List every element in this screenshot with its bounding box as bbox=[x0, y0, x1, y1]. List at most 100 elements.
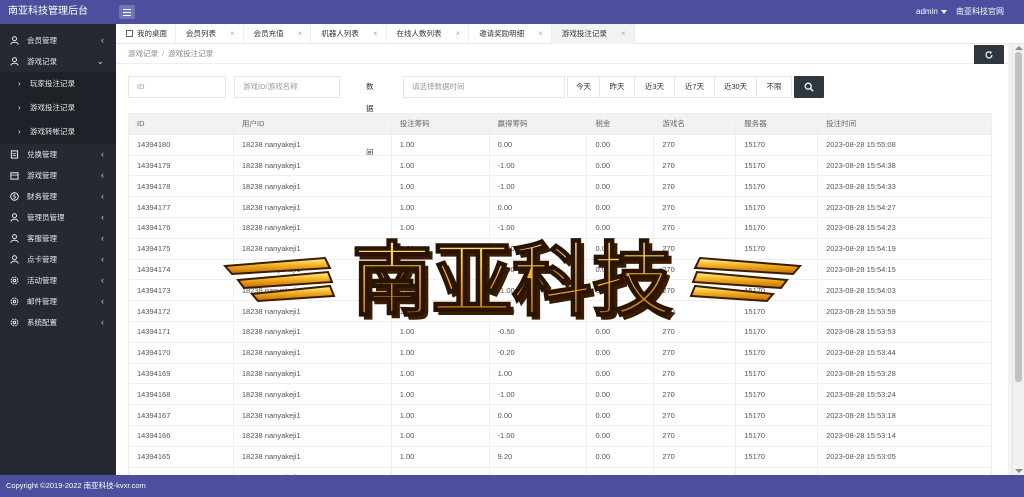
refresh-button[interactable] bbox=[974, 45, 1004, 65]
gear-icon bbox=[10, 318, 19, 327]
user-menu[interactable]: admin bbox=[916, 0, 947, 24]
table-cell: -1.00 bbox=[488, 383, 588, 406]
sidebar-item-game-records[interactable]: 游戏记录 ⌄ bbox=[0, 51, 116, 72]
tab-desktop[interactable]: 我的桌面 bbox=[116, 24, 176, 44]
table-cell: 1.00 bbox=[390, 133, 490, 156]
gear-icon bbox=[10, 297, 19, 306]
tab-label: 会员列表 bbox=[186, 29, 216, 38]
table-cell: 14394176 bbox=[128, 216, 234, 239]
table-cell: 270 bbox=[653, 133, 737, 156]
dollar-icon: $ bbox=[10, 192, 19, 201]
table-row: 14394168 18238 nanyakeji1 1.00 -1.00 0.00 270… bbox=[128, 383, 992, 406]
sidebar-item-games[interactable]: 游戏管理 ‹ bbox=[0, 165, 116, 186]
table-cell: 14394172 bbox=[128, 300, 234, 322]
user-icon bbox=[10, 36, 19, 45]
table-cell: 15170 bbox=[735, 404, 819, 426]
table-cell: 1.00 bbox=[390, 300, 490, 322]
sidebar-item-admins[interactable]: 管理员管理 ‹ bbox=[0, 207, 116, 228]
sidebar-item-activities[interactable]: 活动管理 ‹ bbox=[0, 270, 116, 291]
table-cell: 14394168 bbox=[128, 383, 234, 406]
close-icon[interactable]: × bbox=[298, 29, 303, 38]
table-cell: 2023-08-28 15:53:53 bbox=[817, 320, 992, 343]
table-cell: 18238 nanyakeji1 bbox=[232, 404, 392, 426]
table-cell: 18238 nanyakeji1 bbox=[232, 237, 392, 260]
table-cell: 14394166 bbox=[128, 424, 234, 447]
close-icon[interactable]: × bbox=[456, 29, 461, 38]
table-cell: 15170 bbox=[735, 320, 819, 343]
scroll-up-icon[interactable] bbox=[1015, 46, 1023, 50]
table-cell: 15170 bbox=[735, 341, 819, 364]
sidebar-item-system[interactable]: 系统配置 ‹ bbox=[0, 312, 116, 333]
table-cell: -1.00 bbox=[488, 175, 588, 198]
table-cell: 0.00 bbox=[488, 133, 588, 156]
sidebar-item-exchange[interactable]: 兑换管理 ‹ bbox=[0, 144, 116, 165]
table-cell: 270 bbox=[653, 404, 737, 426]
table-cell: 18238 nanyakeji1 bbox=[232, 154, 392, 177]
table-cell: 14394177 bbox=[128, 196, 234, 218]
quick-all-button[interactable]: 不限 bbox=[756, 76, 792, 98]
chevron-left-icon: ‹ bbox=[101, 212, 104, 222]
table-cell: 2023-08-28 15:53:14 bbox=[817, 424, 992, 447]
site-link[interactable]: 南亚科技官网 bbox=[956, 0, 1004, 24]
scrollbar-thumb[interactable] bbox=[1015, 52, 1022, 382]
table-cell: 1.00 bbox=[390, 341, 490, 364]
table-cell: 0.00 bbox=[586, 300, 655, 322]
quick-yesterday-button[interactable]: 昨天 bbox=[599, 76, 635, 98]
tab-game-bets[interactable]: 游戏投注记录 × bbox=[551, 24, 635, 44]
gear-icon bbox=[10, 276, 19, 285]
menu-toggle-icon[interactable] bbox=[119, 5, 135, 19]
date-range-input[interactable]: 请选择数据时间 bbox=[403, 76, 565, 98]
sidebar-item-cards[interactable]: 点卡管理 ‹ bbox=[0, 249, 116, 270]
search-button[interactable] bbox=[794, 76, 824, 98]
close-icon[interactable]: × bbox=[621, 29, 626, 38]
table-cell: 15170 bbox=[735, 237, 819, 260]
tab-member-recharge[interactable]: 会员充值 × bbox=[244, 24, 312, 44]
sidebar-item-label: 会员管理 bbox=[27, 36, 57, 45]
sidebar-subitem-label: 玩家投注记录 bbox=[30, 79, 75, 88]
close-icon[interactable]: × bbox=[230, 29, 235, 38]
id-input[interactable]: ID bbox=[128, 76, 226, 98]
calendar-icon bbox=[10, 172, 19, 180]
close-icon[interactable]: × bbox=[373, 29, 378, 38]
tab-invite-rewards[interactable]: 邀请奖励明细 × bbox=[469, 24, 552, 44]
breadcrumb-item[interactable]: 游戏记录 bbox=[128, 49, 158, 58]
table-row: 14394173 18238 nanyakeji1 1.00 -1.00 0.00 270… bbox=[128, 279, 992, 302]
table-cell: 14394179 bbox=[128, 154, 234, 177]
sidebar-subitem-player-bets[interactable]: › 玩家投注记录 bbox=[0, 72, 116, 96]
tab-online-list[interactable]: 在线人数列表 × bbox=[387, 24, 470, 44]
scroll-down-icon[interactable] bbox=[1015, 469, 1023, 473]
table-cell: 2023-08-28 15:54:23 bbox=[817, 216, 992, 239]
user-icon bbox=[10, 213, 19, 222]
vertical-scrollbar[interactable] bbox=[1012, 44, 1024, 475]
sidebar-subitem-game-transfers[interactable]: › 游戏转帐记录 bbox=[0, 120, 116, 144]
sidebar-item-support[interactable]: 客服管理 ‹ bbox=[0, 228, 116, 249]
sidebar-item-members[interactable]: 会员管理 ‹ bbox=[0, 30, 116, 51]
table-cell: 270 bbox=[653, 237, 737, 260]
quick-30days-button[interactable]: 近30天 bbox=[714, 76, 757, 98]
table-cell: 14394171 bbox=[128, 320, 234, 343]
quick-3days-button[interactable]: 近3天 bbox=[634, 76, 675, 98]
sidebar-item-finance[interactable]: $ 财务管理 ‹ bbox=[0, 186, 116, 207]
quick-today-button[interactable]: 今天 bbox=[567, 76, 600, 98]
sidebar-subitem-game-bets[interactable]: › 游戏投注记录 bbox=[0, 96, 116, 120]
table-cell: 270 bbox=[653, 383, 737, 406]
tab-label: 机器人列表 bbox=[321, 29, 359, 38]
breadcrumb: 游戏记录 / 游戏投注记录 bbox=[128, 49, 214, 58]
sidebar-item-label: 兑换管理 bbox=[27, 150, 57, 159]
quick-7days-button[interactable]: 近7天 bbox=[674, 76, 715, 98]
sidebar-item-mail[interactable]: 邮件管理 ‹ bbox=[0, 291, 116, 312]
tab-robot-list[interactable]: 机器人列表 × bbox=[311, 24, 387, 44]
chevron-left-icon: ‹ bbox=[101, 296, 104, 306]
sidebar-item-label: 管理员管理 bbox=[27, 213, 65, 222]
table-cell: 1.00 bbox=[390, 196, 490, 218]
game-search-input[interactable]: 游戏ID/游戏名称 bbox=[234, 76, 340, 98]
column-header: 游戏名 bbox=[653, 113, 737, 135]
tab-member-list[interactable]: 会员列表 × bbox=[176, 24, 244, 44]
table-cell: 15170 bbox=[735, 383, 819, 406]
table-cell: 270 bbox=[653, 279, 737, 302]
close-icon[interactable]: × bbox=[538, 29, 543, 38]
table-row: 14394165 18238 nanyakeji1 1.00 9.20 0.00 270 1… bbox=[128, 445, 992, 468]
table-cell: 15170 bbox=[735, 424, 819, 447]
sidebar-subitem-label: 游戏投注记录 bbox=[30, 103, 75, 112]
top-bar: 南亚科技管理后台 admin 南亚科技官网 bbox=[0, 0, 1024, 24]
